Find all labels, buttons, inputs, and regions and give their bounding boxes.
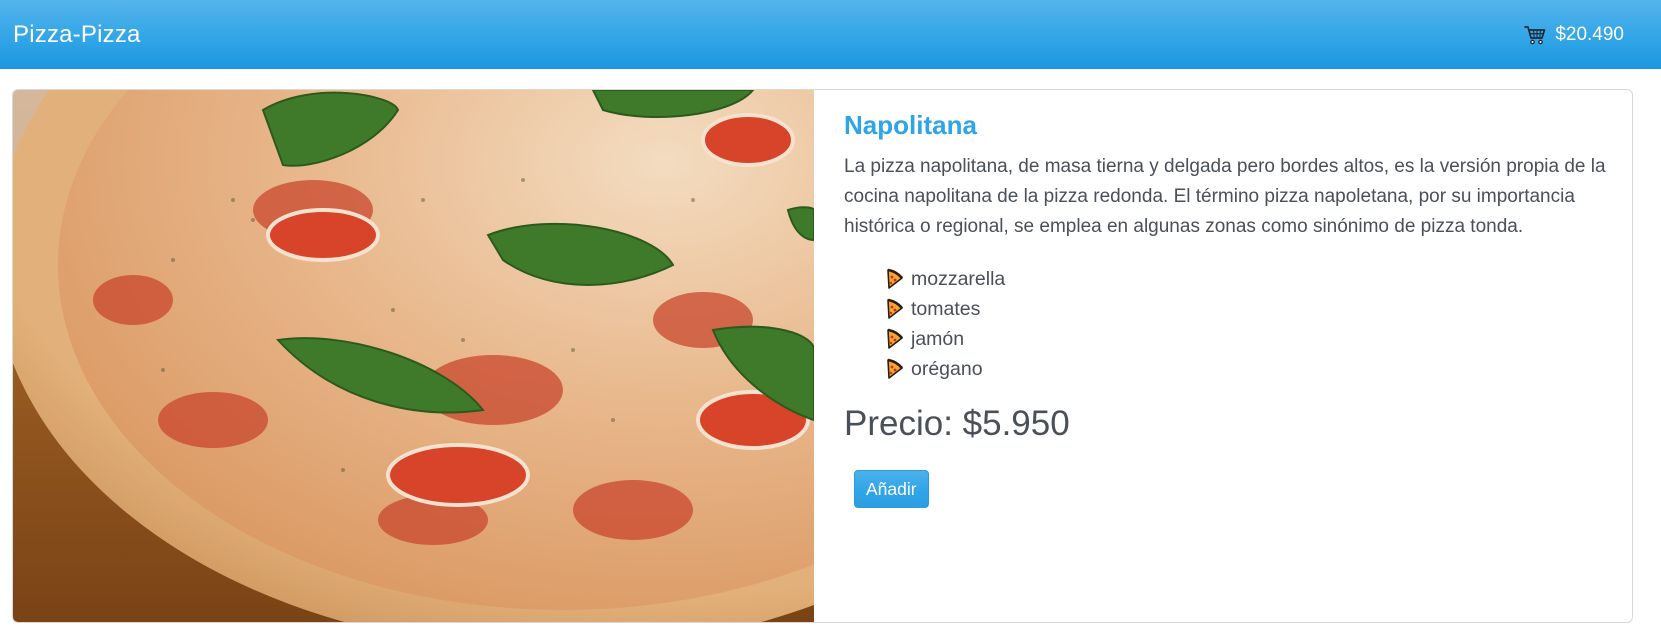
add-to-cart-button[interactable]: Añadir: [854, 470, 929, 508]
pizza-slice-icon: [887, 328, 903, 349]
ingredient-label: jamón: [911, 327, 965, 350]
cart-link[interactable]: $20.490: [1524, 24, 1624, 46]
pizza-slice-icon: [887, 268, 903, 289]
list-item: tomates: [886, 294, 1614, 324]
pizza-slice-icon: [887, 358, 903, 379]
product-card: Napolitana La pizza napolitana, de masa …: [12, 89, 1633, 623]
list-item: orégano: [886, 354, 1614, 384]
list-item: mozzarella: [886, 264, 1614, 294]
brand-link[interactable]: Pizza-Pizza: [13, 21, 141, 49]
list-item: jamón: [886, 324, 1614, 354]
shopping-cart-icon: [1524, 25, 1546, 44]
product-price: Precio: $5.950: [844, 404, 1070, 443]
ingredient-label: orégano: [911, 357, 983, 380]
ingredient-label: mozzarella: [911, 267, 1006, 290]
cart-total: $20.490: [1555, 23, 1624, 45]
product-description: La pizza napolitana, de masa tierna y de…: [844, 156, 1606, 237]
navbar: Pizza-Pizza $20.490: [0, 0, 1661, 69]
pizza-photo: [13, 90, 814, 622]
ingredient-list: mozzarella tomates jamón orégano: [886, 264, 1614, 384]
ingredient-label: tomates: [911, 297, 981, 320]
product-details: Napolitana La pizza napolitana, de masa …: [814, 90, 1632, 622]
product-title: Napolitana: [844, 110, 977, 140]
pizza-slice-icon: [887, 298, 903, 319]
